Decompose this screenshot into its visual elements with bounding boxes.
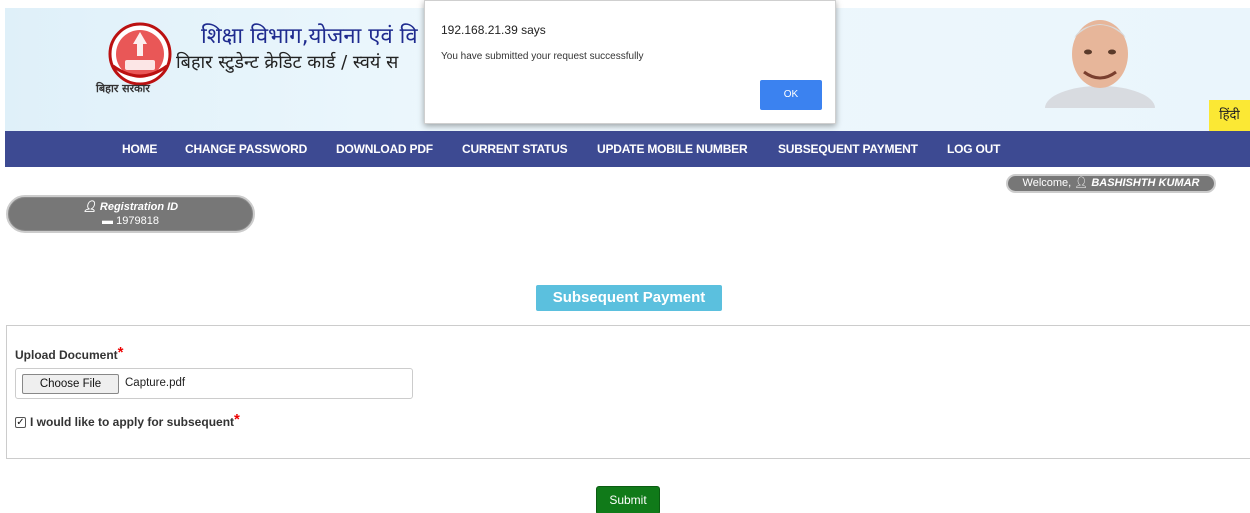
registration-badge: 👤︎ Registration ID ▬ 1979818 (6, 195, 255, 233)
choose-file-button[interactable]: Choose File (22, 374, 119, 394)
nav-current-status[interactable]: CURRENT STATUS (462, 131, 568, 167)
language-toggle-button[interactable]: हिंदी (1209, 100, 1250, 131)
required-marker: * (117, 344, 124, 361)
nav-subsequent-payment[interactable]: SUBSEQUENT PAYMENT (778, 131, 918, 167)
header-title-secondary: बिहार स्टुडेन्ट क्रेडिट कार्ड / स्वयं स (176, 52, 399, 73)
required-marker: * (234, 411, 240, 428)
nav-log-out[interactable]: LOG OUT (947, 131, 1000, 167)
welcome-prefix: Welcome, (1022, 177, 1072, 189)
dialog-ok-button[interactable]: OK (760, 80, 822, 110)
nav-home[interactable]: HOME (122, 131, 157, 167)
nav-update-mobile-number[interactable]: UPDATE MOBILE NUMBER (597, 131, 748, 167)
welcome-badge: Welcome, 👤︎ BASHISHTH KUMAR (1006, 174, 1216, 193)
submit-button[interactable]: Submit (596, 486, 660, 513)
apply-subsequent-label: I would like to apply for subsequent* (30, 411, 240, 429)
user-icon: 👤︎ (1074, 177, 1089, 189)
registration-label: Registration ID (99, 201, 179, 213)
page-title: Subsequent Payment (536, 285, 722, 311)
nav-download-pdf[interactable]: DOWNLOAD PDF (336, 131, 433, 167)
user-icon: 👤︎ (82, 201, 97, 213)
id-card-icon: ▬ (102, 215, 114, 227)
header-title-primary: शिक्षा विभाग,योजना एवं वि (201, 24, 418, 49)
apply-subsequent-checkbox[interactable]: ✓ (15, 417, 26, 428)
dialog-title: 192.168.21.39 says (441, 23, 546, 37)
emblem-caption: बिहार सरकार (96, 82, 150, 95)
nav-change-password[interactable]: CHANGE PASSWORD (185, 131, 307, 167)
upload-document-label: Upload Document* (15, 344, 124, 362)
selected-file-name: Capture.pdf (125, 377, 186, 389)
alert-dialog: 192.168.21.39 says You have submitted yo… (424, 0, 836, 124)
main-nav: HOME CHANGE PASSWORD DOWNLOAD PDF CURREN… (5, 131, 1250, 167)
dialog-message: You have submitted your request successf… (441, 51, 644, 62)
official-portrait (1045, 20, 1155, 108)
file-upload-field[interactable]: Choose File Capture.pdf (15, 368, 413, 399)
user-name: BASHISHTH KUMAR (1091, 177, 1200, 189)
registration-id: 1979818 (116, 215, 159, 227)
